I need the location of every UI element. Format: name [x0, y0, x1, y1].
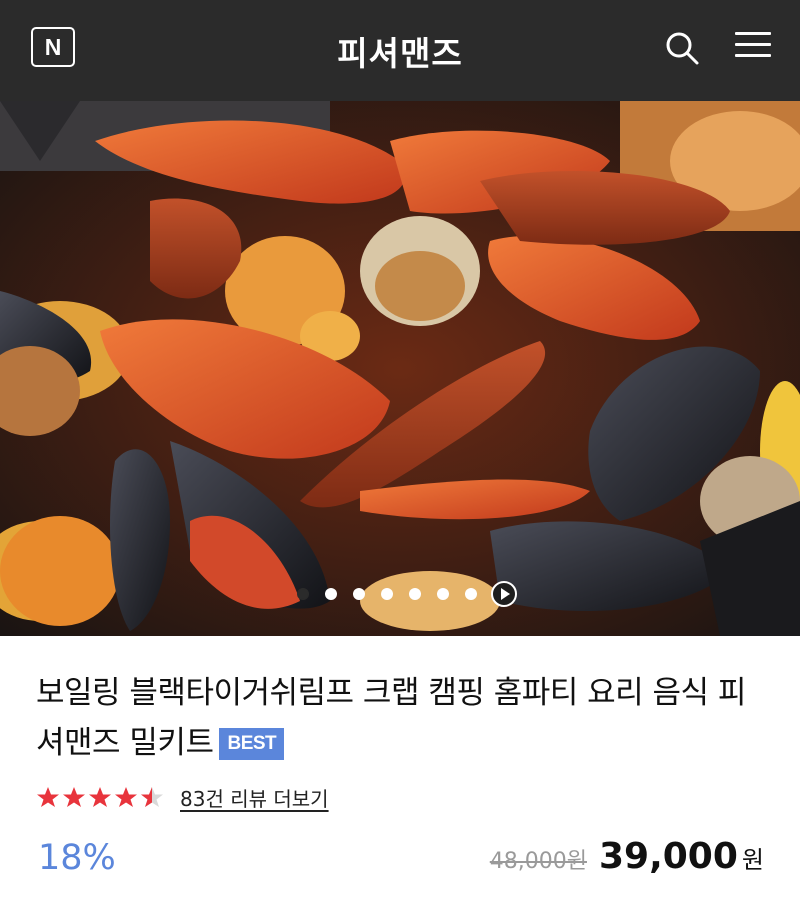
half-star-icon — [141, 787, 163, 807]
n-logo-button[interactable]: N — [31, 27, 75, 67]
carousel-indicators — [0, 581, 800, 607]
search-icon[interactable] — [662, 28, 702, 68]
carousel-dot[interactable] — [297, 588, 309, 600]
star-icon — [89, 787, 111, 807]
sale-price: 39,000 — [598, 836, 738, 877]
product-title: 보일링 블랙타이거쉬림프 크랩 캠핑 홈파티 요리 음식 피셔맨즈 밀키트 BES… — [36, 668, 766, 768]
review-more-link[interactable]: 83건 리뷰 더보기 — [180, 783, 329, 812]
star-icon — [63, 787, 85, 807]
carousel-dot[interactable] — [437, 588, 449, 600]
discount-rate: 18% — [38, 838, 116, 878]
hamburger-menu-icon[interactable] — [735, 32, 771, 62]
carousel-dot[interactable] — [409, 588, 421, 600]
price-block: 48,000원 39,000 원 — [490, 836, 764, 877]
star-icon — [115, 787, 137, 807]
currency-label: 원 — [741, 846, 764, 874]
carousel-dot[interactable] — [353, 588, 365, 600]
app-header: N 피셔맨즈 — [0, 0, 800, 101]
product-title-text: 보일링 블랙타이거쉬림프 크랩 캠핑 홈파티 요리 음식 피셔맨즈 밀키트 — [36, 675, 746, 761]
product-image-carousel[interactable] — [0, 101, 800, 636]
rating-row: 83건 리뷰 더보기 — [36, 783, 329, 811]
play-icon[interactable] — [491, 581, 517, 607]
original-price: 48,000원 — [489, 849, 587, 874]
star-icon — [37, 787, 59, 807]
carousel-dot[interactable] — [465, 588, 477, 600]
best-badge: BEST — [219, 728, 285, 760]
brand-title[interactable]: 피셔맨즈 — [337, 27, 462, 75]
carousel-dot[interactable] — [381, 588, 393, 600]
star-rating — [36, 786, 166, 808]
seafood-boil-image — [0, 101, 800, 636]
carousel-dot[interactable] — [325, 588, 337, 600]
